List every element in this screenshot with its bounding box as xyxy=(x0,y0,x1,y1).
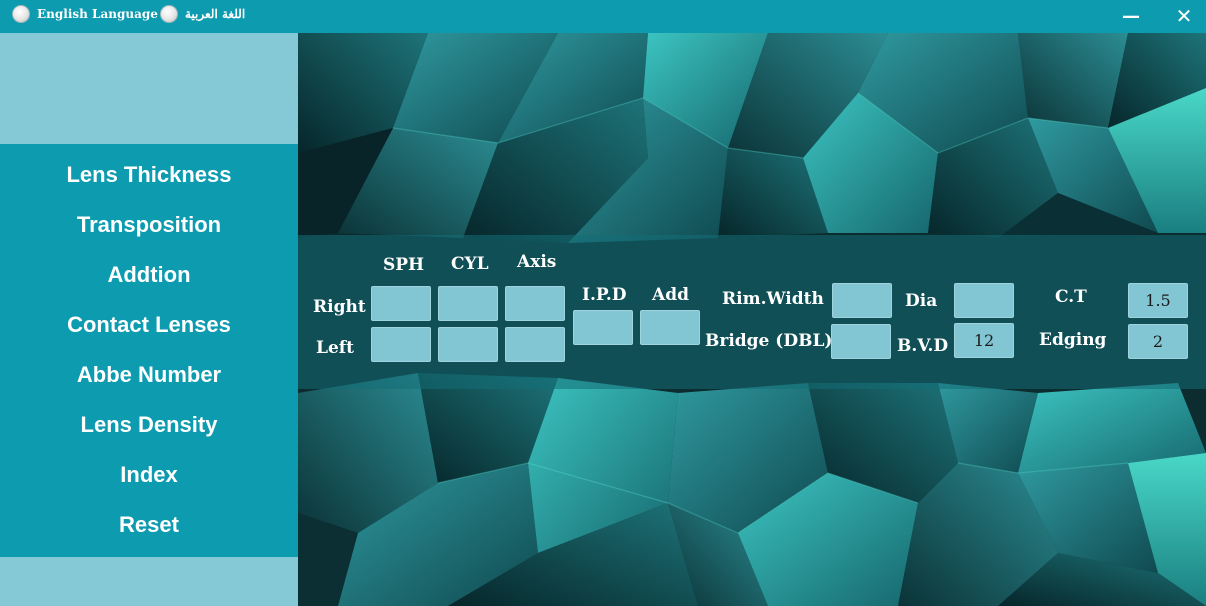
right-axis-input[interactable] xyxy=(505,286,565,321)
minimize-button[interactable]: — xyxy=(1117,3,1145,29)
lens-input-panel: SPH CYL Axis I.P.D Add Right Left Rim.Wi… xyxy=(298,235,1206,389)
rim-width-label: Rim.Width xyxy=(722,289,824,309)
bridge-dbl-label: Bridge (DBL) xyxy=(705,331,833,351)
ipd-input[interactable] xyxy=(573,310,633,345)
sidebar-header xyxy=(0,33,298,144)
right-row-label: Right xyxy=(313,297,366,317)
ct-label: C.T xyxy=(1055,287,1087,307)
dia-label: Dia xyxy=(905,291,938,311)
english-language-radio[interactable]: English Language xyxy=(12,4,158,24)
edging-input[interactable] xyxy=(1128,324,1188,359)
menu-item-abbe-number[interactable]: Abbe Number xyxy=(0,355,298,395)
close-icon: ✕ xyxy=(1175,4,1193,28)
english-language-label: English Language xyxy=(37,7,158,21)
arabic-language-radio[interactable]: اللغة العربية xyxy=(160,4,245,24)
right-cyl-input[interactable] xyxy=(438,286,498,321)
left-cyl-input[interactable] xyxy=(438,327,498,362)
minimize-icon: — xyxy=(1122,5,1140,27)
menu-item-reset[interactable]: Reset xyxy=(0,505,298,545)
radio-button-icon[interactable] xyxy=(12,5,30,23)
right-sph-input[interactable] xyxy=(371,286,431,321)
menu-item-contact-lenses[interactable]: Contact Lenses xyxy=(0,305,298,345)
bvd-label: B.V.D xyxy=(897,336,949,356)
edging-label: Edging xyxy=(1039,330,1107,350)
bvd-input[interactable] xyxy=(954,323,1014,358)
ct-input[interactable] xyxy=(1128,283,1188,318)
add-input[interactable] xyxy=(640,310,700,345)
sidebar-footer xyxy=(0,557,298,606)
menu-item-addition[interactable]: Addtion xyxy=(0,255,298,295)
arabic-language-label: اللغة العربية xyxy=(185,7,246,21)
title-bar: English Language اللغة العربية — ✕ xyxy=(0,0,1206,33)
left-row-label: Left xyxy=(316,338,354,358)
sph-header: SPH xyxy=(383,255,425,275)
bridge-input[interactable] xyxy=(831,324,891,359)
menu-item-lens-thickness[interactable]: Lens Thickness xyxy=(0,155,298,195)
close-button[interactable]: ✕ xyxy=(1170,3,1198,29)
menu-item-transposition[interactable]: Transposition xyxy=(0,205,298,245)
left-sph-input[interactable] xyxy=(371,327,431,362)
dia-input[interactable] xyxy=(954,283,1014,318)
axis-header: Axis xyxy=(517,252,557,272)
radio-button-icon[interactable] xyxy=(160,5,178,23)
left-axis-input[interactable] xyxy=(505,327,565,362)
menu-item-lens-density[interactable]: Lens Density xyxy=(0,405,298,445)
add-header: Add xyxy=(652,285,689,305)
rim-width-input[interactable] xyxy=(832,283,892,318)
ipd-header: I.P.D xyxy=(582,285,627,305)
cyl-header: CYL xyxy=(451,254,489,274)
menu-item-index[interactable]: Index xyxy=(0,455,298,495)
sidebar-menu: Lens Thickness Transposition Addtion Con… xyxy=(0,144,298,557)
